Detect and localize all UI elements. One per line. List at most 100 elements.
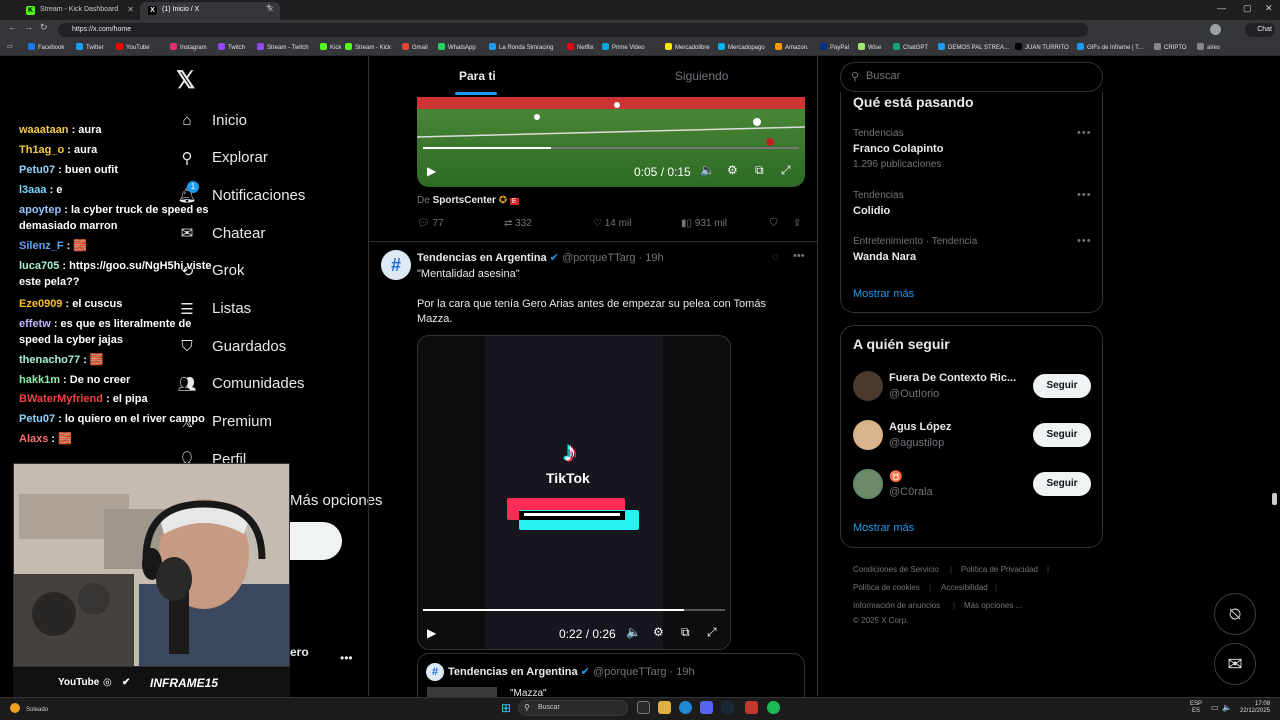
chat-username[interactable]: thenacho77 [19,354,80,366]
new-tab-icon[interactable]: + [266,2,272,13]
reload-icon[interactable]: ↻ [40,22,48,33]
bookmark-item[interactable]: GIFs de Inframe | T... [1077,43,1143,51]
footer-link[interactable]: Política de Privacidad [961,565,1038,574]
play-icon[interactable]: ▶ [427,626,436,640]
bookmark-item[interactable]: Netflix [567,43,594,51]
bookmark-icon[interactable]: ⛉ [770,218,778,229]
chat-username[interactable]: Eze0909 [19,298,62,310]
avatar[interactable] [853,420,883,450]
follow-button[interactable]: Seguir [1033,472,1091,496]
bookmarks-menu-icon[interactable]: ▭ [7,43,13,50]
chat-username[interactable]: Alaxs [19,433,48,445]
back-icon[interactable]: ← [8,22,17,32]
language-indicator[interactable]: ESP ES [1190,701,1202,715]
follow-handle[interactable]: @C0rala [889,486,933,498]
messages-float-icon[interactable]: ✉ [1214,643,1256,685]
app-icon[interactable] [745,701,758,714]
chat-username[interactable]: Petu07 [19,413,55,425]
discord-icon[interactable] [700,701,713,714]
bookmark-item[interactable]: Twitch [218,43,245,51]
follow-button[interactable]: Seguir [1033,423,1091,447]
more-icon[interactable]: ••• [340,651,353,665]
task-view-icon[interactable] [637,701,650,714]
chat-username[interactable]: Silenz_F [19,240,64,252]
taskbar-search[interactable] [518,700,628,716]
volume-icon[interactable]: 🔈 [700,163,715,177]
bookmark-item[interactable]: WhatsApp [438,43,476,51]
footer-link[interactable]: Política de cookies [853,583,920,592]
chat-username[interactable]: waaataan [19,124,69,136]
follow-handle[interactable]: @OutIorio [889,388,939,400]
spotify-icon[interactable] [767,701,780,714]
more-icon[interactable]: ••• [1077,189,1092,201]
tab-para-ti[interactable]: Para ti [459,69,496,83]
trend-name[interactable]: Franco Colapinto [853,143,943,155]
steam-icon[interactable] [721,701,734,714]
bookmark-item[interactable]: DEMOS PAL STREA... [938,43,1009,51]
footer-link[interactable]: Más opciones ... [964,601,1022,610]
follow-name[interactable]: Agus López [889,421,951,433]
more-icon[interactable]: ••• [793,250,805,262]
network-icon[interactable]: ▭ [1211,703,1219,712]
bookmark-item[interactable]: Facebook [28,43,64,51]
close-window-icon[interactable]: ✕ [1265,3,1273,14]
weather-label[interactable]: Soleado [26,707,48,713]
bookmark-item[interactable]: YouTube [116,43,150,51]
more-icon[interactable]: ••• [1077,127,1092,139]
follow-handle[interactable]: @agustilop [889,437,944,449]
bookmark-item[interactable]: aires [1197,43,1220,51]
chat-username[interactable]: effetw [19,318,51,330]
avatar[interactable] [853,371,883,401]
bookmark-item[interactable]: JUAN TURRITO [1015,43,1069,51]
tab-x-home[interactable]: X (1) Inicio / X ✕ [140,2,280,20]
account-name-tail[interactable]: ero [290,645,309,659]
bookmark-item[interactable]: Mercadolibre [665,43,710,51]
tiktok-video[interactable]: ♪ TikTok [417,335,731,650]
footer-link[interactable]: Accesibilidad [941,583,988,592]
edge-icon[interactable] [679,701,692,714]
avatar[interactable] [853,469,883,499]
more-icon[interactable]: ••• [1077,235,1092,247]
bookmark-item[interactable]: Kick [320,43,341,51]
volume-icon[interactable]: 🔈 [1222,703,1232,712]
chat-username[interactable]: Th1ag_o [19,144,64,156]
reply-action[interactable]: 💬︎ 77 [417,218,444,229]
chat-username[interactable]: apoytep [19,204,61,216]
scrollbar-thumb[interactable] [1272,493,1277,505]
bookmark-item[interactable]: Mercadopago [718,43,765,51]
bookmark-item[interactable]: Instagram [170,43,207,51]
fullscreen-icon[interactable]: ⤢ [707,625,717,640]
bookmark-item[interactable]: Wise [858,43,881,51]
repost-action[interactable]: ⇄ 332 [504,218,532,229]
author-handle[interactable]: @porqueTTarg · 19h [562,252,664,264]
bookmark-item[interactable]: Stream - Kick [345,43,391,51]
tab-kick-dashboard[interactable]: K Stream - Kick Dashboard ✕ [18,2,140,20]
follow-name[interactable]: ♉ [889,470,903,483]
settings-icon[interactable]: ⚙ [727,163,738,177]
bookmark-item[interactable]: Amazon. [775,43,809,51]
settings-icon[interactable]: ⚙ [653,625,664,639]
bookmark-item[interactable]: PayPal [820,43,849,51]
volume-icon[interactable]: 🔈 [626,625,641,639]
trend-name[interactable]: Wanda Nara [853,251,916,263]
tab-siguiendo[interactable]: Siguiendo [675,69,728,83]
bookmark-item[interactable]: ChatGPT [893,43,928,51]
chat-username[interactable]: luca705 [19,260,59,272]
url-field[interactable]: https://x.com/home [58,23,1088,37]
trends-show-more[interactable]: Mostrar más [853,288,914,300]
footer-link[interactable]: © 2025 X Corp. [853,616,908,625]
file-explorer-icon[interactable] [658,701,671,714]
maximize-icon[interactable]: ▢ [1243,3,1252,14]
soccer-video[interactable] [417,97,805,187]
forward-icon[interactable]: → [24,22,33,32]
profile-chip[interactable]: Chat [1245,23,1275,37]
post-button[interactable] [289,522,342,560]
like-action[interactable]: ♡ 14 mil [593,218,631,229]
bookmark-item[interactable]: CRIPTO [1154,43,1187,51]
trend-name[interactable]: Colidio [853,205,890,217]
chat-username[interactable]: BWaterMyfriend [19,393,103,405]
bookmark-item[interactable]: Gmail [402,43,428,51]
chat-username[interactable]: hakk1m [19,374,60,386]
footer-link[interactable]: Información de anuncios [853,601,940,610]
bookmark-item[interactable]: La Ronda Simracing [489,43,553,51]
